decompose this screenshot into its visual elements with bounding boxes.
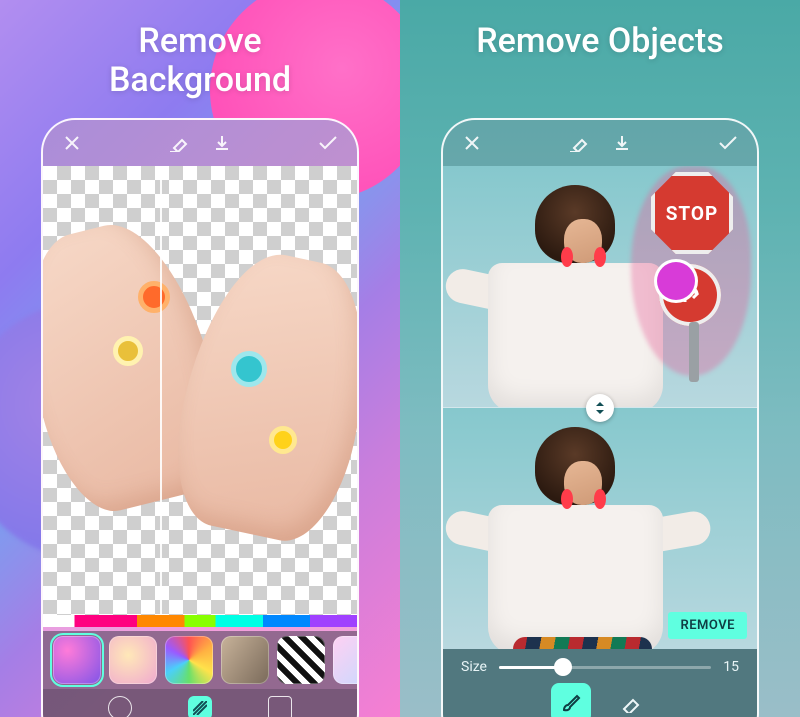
headline-line2: Background	[109, 60, 291, 100]
tab-background[interactable]: Background	[169, 696, 233, 717]
tool-row	[443, 679, 757, 717]
headline-right: Remove Objects	[400, 0, 800, 61]
eraser-icon[interactable]	[163, 128, 193, 158]
brush-size-row: Size 15	[443, 649, 757, 679]
before-image[interactable]: STOP	[443, 166, 757, 407]
subject-ring	[113, 336, 143, 366]
headline-text: Remove Objects	[476, 21, 723, 61]
bg-thumb-5[interactable]	[277, 636, 325, 684]
background-thumbnails	[43, 631, 357, 689]
headline-left: Remove Background	[0, 0, 400, 100]
tab-ratio[interactable]: Ratio	[266, 696, 294, 717]
close-icon[interactable]	[57, 128, 87, 158]
subject-model	[481, 427, 663, 649]
bg-thumb-6[interactable]	[333, 636, 359, 684]
subject-ring	[269, 426, 297, 454]
editor-topbar	[43, 120, 357, 166]
close-icon[interactable]	[457, 128, 487, 158]
bg-thumb-3[interactable]	[165, 636, 213, 684]
bottom-tabs: Color Background Ratio	[43, 689, 357, 717]
editor-canvas: STOP REMOVE	[443, 166, 757, 649]
download-icon[interactable]	[207, 128, 237, 158]
phone-frame-right: STOP REMOVE	[441, 118, 759, 717]
subject-ring	[138, 281, 170, 313]
compare-handle[interactable]	[586, 394, 614, 422]
size-slider-knob[interactable]	[554, 658, 572, 676]
subject-ring	[231, 351, 267, 387]
editor-canvas[interactable]	[43, 166, 357, 615]
compare-divider[interactable]	[160, 166, 162, 615]
phone-frame-left: Color Background Ratio	[41, 118, 359, 717]
ratio-icon	[268, 696, 292, 717]
headline-line1: Remove	[138, 21, 261, 61]
bg-thumb-1[interactable]	[53, 636, 101, 684]
remove-button[interactable]: REMOVE	[668, 612, 747, 639]
bottom-controls: Size 15	[443, 649, 757, 717]
editor-topbar	[443, 120, 757, 166]
circle-icon	[108, 696, 132, 717]
tab-color[interactable]: Color	[106, 696, 134, 717]
tool-eraser[interactable]	[609, 683, 649, 717]
remove-button-label: REMOVE	[680, 618, 735, 633]
panel-remove-objects: Remove Objects	[400, 0, 800, 717]
stop-sign: STOP	[651, 172, 733, 254]
confirm-icon[interactable]	[313, 128, 343, 158]
color-strip[interactable]	[43, 615, 357, 627]
panel-remove-background: Remove Background	[0, 0, 400, 717]
brush-cursor[interactable]	[657, 262, 695, 300]
after-image[interactable]: REMOVE	[443, 407, 757, 649]
size-slider[interactable]	[499, 666, 711, 669]
size-value: 15	[723, 659, 739, 675]
eraser-icon[interactable]	[563, 128, 593, 158]
size-label: Size	[461, 659, 487, 675]
diagonal-lines-icon	[188, 696, 212, 717]
bg-thumb-2[interactable]	[109, 636, 157, 684]
bg-thumb-4[interactable]	[221, 636, 269, 684]
download-icon[interactable]	[607, 128, 637, 158]
tool-brush[interactable]	[551, 683, 591, 717]
stop-sign-text: STOP	[666, 202, 719, 225]
confirm-icon[interactable]	[713, 128, 743, 158]
